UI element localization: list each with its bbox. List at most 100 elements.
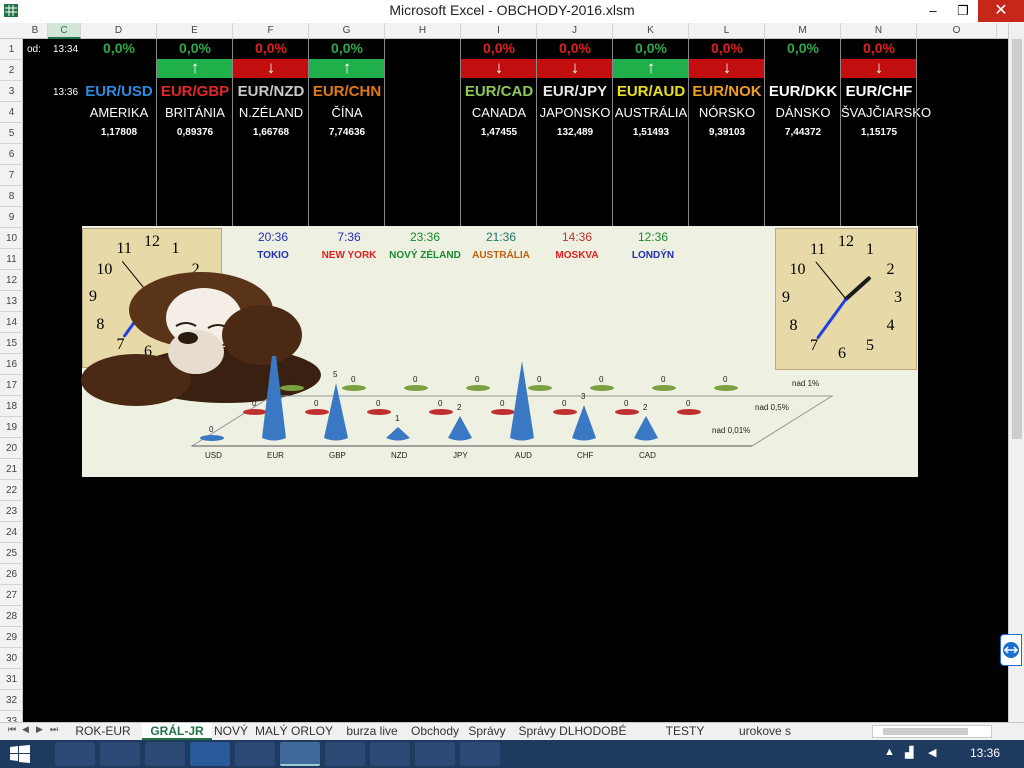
legend-label: nad 0,01% [712,426,750,435]
category-label: GBP [329,451,346,460]
horizontal-scrollbar-thumb[interactable] [883,728,968,735]
sheet-tab-nov-[interactable]: NOVÝ [212,723,250,740]
row-header-31[interactable]: 31 [0,669,23,690]
column-header-e[interactable]: E [157,23,233,39]
row-header-5[interactable]: 5 [0,123,23,144]
next-sheet-icon[interactable]: ▶ [36,724,43,735]
pair-name[interactable]: EUR/CAD [461,81,537,103]
pair-name[interactable]: EUR/GBP [157,81,233,103]
column-header-b[interactable]: B [23,23,48,39]
column-header-c[interactable]: C [48,23,81,39]
row-header-20[interactable]: 20 [0,438,23,459]
column-header-j[interactable]: J [537,23,613,39]
data-label: 0 [289,375,294,384]
sheet-tab-gr-l-jr[interactable]: GRÁL-JR [142,723,212,740]
pair-name[interactable]: EUR/NZD [233,81,309,103]
sheet-tab-spr-vy[interactable]: Správy [464,723,510,740]
pair-name[interactable]: EUR/CHN [309,81,385,103]
sheet-tab-burza-live[interactable]: burza live [338,723,406,740]
skype-icon[interactable] [370,742,410,766]
row-header-1[interactable]: 1 [0,39,23,60]
row-header-10[interactable]: 10 [0,228,23,249]
row-header-28[interactable]: 28 [0,606,23,627]
row-header-9[interactable]: 9 [0,207,23,228]
row-header-24[interactable]: 24 [0,522,23,543]
volume-icon[interactable]: ◀ [928,746,936,759]
row-header-6[interactable]: 6 [0,144,23,165]
column-header-o[interactable]: O [917,23,997,39]
column-header-d[interactable]: D [81,23,157,39]
taskbar-app-3-icon[interactable] [145,742,185,766]
teamviewer-icon[interactable] [1000,634,1022,666]
row-header-30[interactable]: 30 [0,648,23,669]
row-header-3[interactable]: 3 [0,81,23,102]
file-explorer-icon[interactable] [415,742,455,766]
excel-icon[interactable] [280,742,320,766]
vertical-scrollbar[interactable] [1008,23,1024,722]
last-sheet-icon[interactable]: ⏭ [50,724,58,735]
row-header-13[interactable]: 13 [0,291,23,312]
scrollbar-thumb[interactable] [1012,39,1022,439]
row-header-19[interactable]: 19 [0,417,23,438]
column-header-n[interactable]: N [841,23,917,39]
chrome-icon[interactable] [325,742,365,766]
sheet-tab-mal-orloy[interactable]: MALÝ ORLOY [250,723,338,740]
taskbar-app-5-icon[interactable] [235,742,275,766]
pair-name[interactable]: EUR/JPY [537,81,613,103]
network-icon[interactable]: ▟ [905,746,913,759]
sheet-tab-rok-eur[interactable]: ROK-EUR [64,723,142,740]
taskbar-app-2-icon[interactable] [100,742,140,766]
row-header-32[interactable]: 32 [0,690,23,711]
column-header-k[interactable]: K [613,23,689,39]
prev-sheet-icon[interactable]: ◀ [22,724,29,735]
pair-name[interactable]: EUR/USD [81,81,157,103]
sheet-tab-urokove-s[interactable]: urokove s [735,723,795,740]
row-header-16[interactable]: 16 [0,354,23,375]
row-header-23[interactable]: 23 [0,501,23,522]
tray-up-arrow-icon[interactable]: ▲ [884,746,895,758]
row-header-25[interactable]: 25 [0,543,23,564]
row-header-17[interactable]: 17 [0,375,23,396]
column-header-g[interactable]: G [309,23,385,39]
row-header-7[interactable]: 7 [0,165,23,186]
horizontal-scrollbar[interactable] [872,725,992,738]
pair-name[interactable]: EUR/DKK [765,81,841,103]
row-header-21[interactable]: 21 [0,459,23,480]
sheet-tab-spr-vy-dlhodob-[interactable]: Správy DLHODOBÉ [510,723,635,740]
cone-mark [634,416,658,441]
row-header-15[interactable]: 15 [0,333,23,354]
row-header-27[interactable]: 27 [0,585,23,606]
sheet-grid[interactable]: od: 13:34 13:36 0,0% EUR/USD AMERIKA 1,1780… [23,39,1008,722]
column-header-m[interactable]: M [765,23,841,39]
row-header-4[interactable]: 4 [0,102,23,123]
word-icon[interactable] [190,742,230,766]
taskbar-app-10-icon[interactable] [460,742,500,766]
row-header-2[interactable]: 2 [0,60,23,81]
row-header-14[interactable]: 14 [0,312,23,333]
column-header-i[interactable]: I [461,23,537,39]
column-header-h[interactable]: H [385,23,461,39]
row-header-29[interactable]: 29 [0,627,23,648]
taskbar-clock[interactable]: 13:36 [970,746,1000,760]
pair-name[interactable]: EUR/CHF [841,81,917,103]
row-header-8[interactable]: 8 [0,186,23,207]
row-header-12[interactable]: 12 [0,270,23,291]
down-arrow-icon: ↓ [689,59,765,78]
row-header-22[interactable]: 22 [0,480,23,501]
column-header-l[interactable]: L [689,23,765,39]
row-header-11[interactable]: 11 [0,249,23,270]
column-header-f[interactable]: F [233,23,309,39]
data-label: 0 [537,375,542,384]
close-button[interactable]: ✕ [978,0,1024,22]
pair-name[interactable]: EUR/AUD [613,81,689,103]
minimize-button[interactable]: – [918,0,948,22]
row-header-18[interactable]: 18 [0,396,23,417]
restore-button[interactable]: ❐ [948,0,978,22]
first-sheet-icon[interactable]: ⏮ [8,724,16,735]
taskbar-app-1-icon[interactable] [55,742,95,766]
pair-name[interactable]: EUR/NOK [689,81,765,103]
sheet-tab-obchody[interactable]: Obchody [406,723,464,740]
row-header-26[interactable]: 26 [0,564,23,585]
windows-start-icon[interactable] [10,745,30,763]
sheet-tab-testy-robotov[interactable]: TESTY ROBOTOV [635,723,735,755]
